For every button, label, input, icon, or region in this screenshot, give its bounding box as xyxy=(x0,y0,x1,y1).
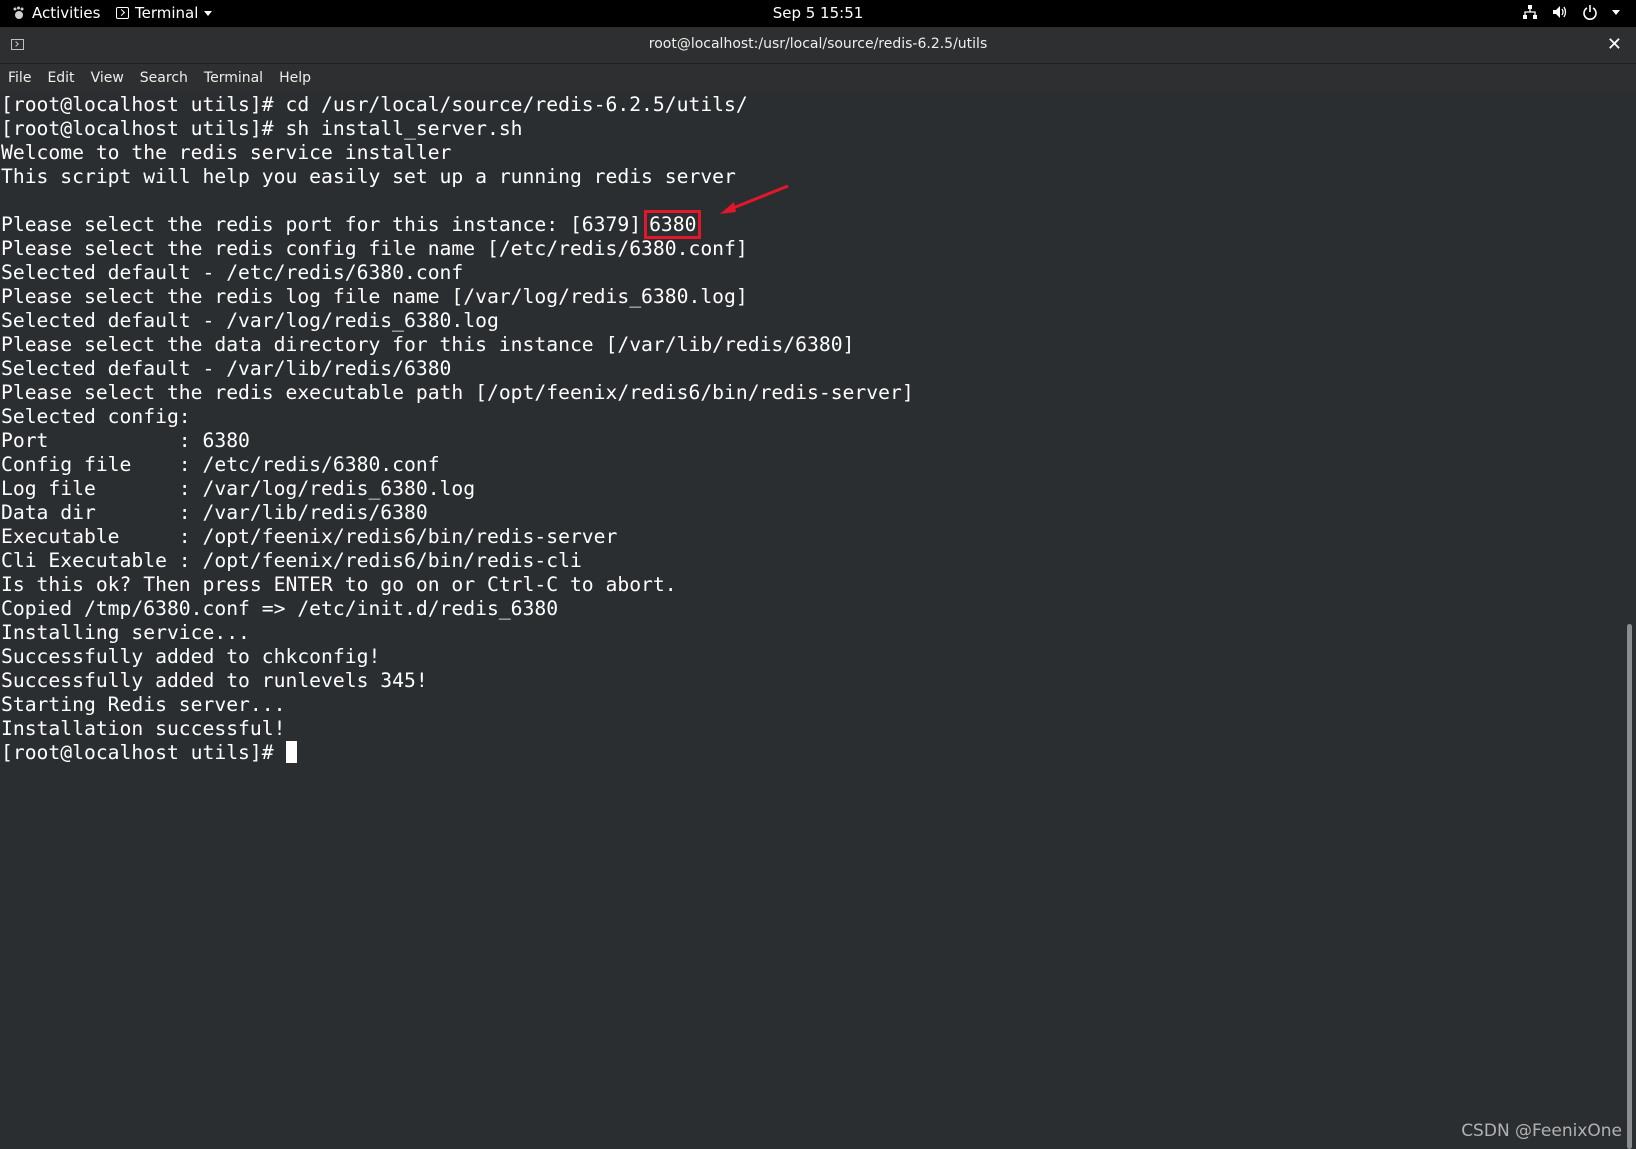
terminal-line: Selected default - /var/log/redis_6380.l… xyxy=(1,309,499,332)
menu-file[interactable]: File xyxy=(0,70,39,86)
terminal-line: Port : 6380 xyxy=(1,429,250,452)
system-status-area[interactable] xyxy=(1522,4,1620,20)
highlighted-port-input: 6380 xyxy=(644,210,702,239)
terminal-line: Successfully added to runlevels 345! xyxy=(1,669,428,692)
terminal-line: Selected config: xyxy=(1,405,191,428)
terminal-line: Cli Executable : /opt/feenix/redis6/bin/… xyxy=(1,549,582,572)
power-icon xyxy=(1583,5,1597,20)
menubar: File Edit View Search Terminal Help xyxy=(0,64,1636,92)
port-prompt-text: Please select the redis port for this in… xyxy=(1,213,642,236)
window-titlebar[interactable]: root@localhost:/usr/local/source/redis-6… xyxy=(0,27,1636,64)
terminal-line-port-prompt: Please select the redis port for this in… xyxy=(0,210,1624,239)
clock[interactable]: Sep 5 15:51 xyxy=(0,4,1636,22)
terminal-line: Log file : /var/log/redis_6380.log xyxy=(1,477,476,500)
scrollbar-thumb[interactable] xyxy=(1627,624,1632,1149)
menu-search[interactable]: Search xyxy=(132,70,196,86)
terminal-line: This script will help you easily set up … xyxy=(1,165,736,188)
terminal-line: Installing service... xyxy=(1,621,250,644)
terminal-line: Please select the redis config file name… xyxy=(1,237,748,260)
terminal-line: Config file : /etc/redis/6380.conf xyxy=(1,453,440,476)
terminal-line: Copied /tmp/6380.conf => /etc/init.d/red… xyxy=(1,597,559,620)
terminal-line: Data dir : /var/lib/redis/6380 xyxy=(1,501,428,524)
terminal-line: Selected default - /var/lib/redis/6380 xyxy=(1,357,452,380)
terminal-line: Please select the redis executable path … xyxy=(1,381,914,404)
menu-edit[interactable]: Edit xyxy=(39,70,82,86)
chevron-down-icon xyxy=(1612,9,1620,15)
network-icon xyxy=(1523,5,1537,19)
shell-prompt: [root@localhost utils]# xyxy=(1,741,274,764)
menu-view[interactable]: View xyxy=(83,70,132,86)
terminal-line: Starting Redis server... xyxy=(1,693,286,716)
window-title: root@localhost:/usr/local/source/redis-6… xyxy=(648,36,988,52)
menu-help[interactable]: Help xyxy=(271,70,319,86)
volume-icon xyxy=(1553,6,1567,18)
terminal-scrollbar[interactable] xyxy=(1624,92,1636,1149)
terminal-line: Please select the data directory for thi… xyxy=(1,333,855,356)
terminal-line: Executable : /opt/feenix/redis6/bin/redi… xyxy=(1,525,618,548)
terminal-output[interactable]: [root@localhost utils]# cd /usr/local/so… xyxy=(0,92,1624,1149)
terminal-prompt-line[interactable]: [root@localhost utils]# xyxy=(0,741,1624,765)
terminal-line: [root@localhost utils]# sh install_serve… xyxy=(1,117,523,140)
top-bar: Activities Terminal Sep 5 15:51 xyxy=(0,0,1636,27)
terminal-line: Welcome to the redis service installer xyxy=(1,141,452,164)
terminal-line: Installation successful! xyxy=(1,717,286,740)
menu-terminal[interactable]: Terminal xyxy=(196,70,271,86)
terminal-line: Is this ok? Then press ENTER to go on or… xyxy=(1,573,677,596)
watermark: CSDN @FeenixOne xyxy=(1461,1121,1622,1141)
text-cursor xyxy=(285,741,297,763)
terminal-line: Selected default - /etc/redis/6380.conf xyxy=(1,261,464,284)
close-icon[interactable]: ✕ xyxy=(1607,34,1622,55)
terminal-line: [root@localhost utils]# cd /usr/local/so… xyxy=(1,93,748,116)
terminal-line: Successfully added to chkconfig! xyxy=(1,645,381,668)
terminal-line: Please select the redis log file name [/… xyxy=(1,285,748,308)
